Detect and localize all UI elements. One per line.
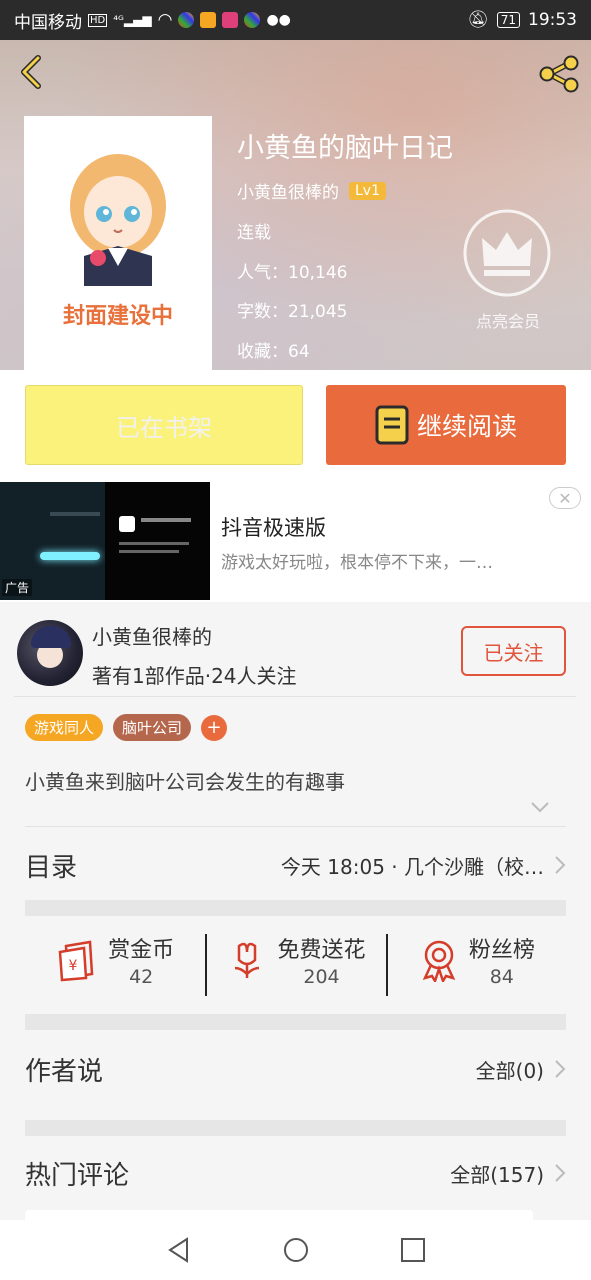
book-favorites: 收藏：64 (237, 342, 310, 362)
book-word-count: 字数：21,045 (237, 302, 348, 322)
wifi-icon: ◠ (157, 10, 173, 30)
mute-icon: 🔕︎ (467, 10, 489, 30)
author-meta: 著有1部作品·24人关注 (92, 664, 297, 688)
book-detail-body: 小黄鱼很棒的 著有1部作品·24人关注 已关注 游戏同人 脑叶公司 + 小黄鱼来… (0, 606, 591, 1222)
chevron-down-icon[interactable] (530, 800, 550, 814)
on-shelf-button[interactable]: 已在书架 (25, 385, 303, 465)
clock: 19:53 (528, 10, 577, 30)
recents-nav-icon[interactable] (399, 1236, 427, 1264)
book-popularity: 人气：10,146 (237, 263, 348, 283)
hot-comments-row[interactable]: 热门评论 全部(157) (25, 1150, 566, 1196)
ad-banner[interactable]: 广告 抖音极速版 游戏太好玩啦，根本停不下来，一… ✕ (0, 482, 591, 602)
app-icon-3 (222, 12, 239, 28)
battery-icon: 71 (496, 12, 520, 28)
vip-label[interactable]: 点亮会员 (462, 308, 554, 332)
ad-tag: 广告 (2, 579, 33, 596)
chevron-right-icon (555, 1060, 566, 1078)
ad-description: 游戏太好玩啦，根本停不下来，一… (221, 553, 493, 573)
app-icon-4 (244, 12, 261, 28)
system-nav-bar (0, 1220, 591, 1280)
book-cover[interactable]: 封面建设中 (24, 116, 212, 370)
status-bar: 中国移动 HD ⁴ᴳ▂▄▆ ◠ ●● 🔕︎ 71 19:53 (0, 0, 591, 40)
stats-row: ¥ 赏金币 42 免费送花 204 粉丝榜 84 (25, 922, 566, 998)
flower-icon (235, 942, 260, 978)
stat-value: 42 (129, 966, 154, 988)
book-intro: 小黄鱼来到脑叶公司会发生的有趣事 (25, 770, 345, 794)
chevron-right-icon (555, 856, 566, 874)
author-says-title: 作者说 (25, 1056, 104, 1087)
stat-label: 粉丝榜 (468, 938, 535, 963)
ad-title: 抖音极速版 (221, 516, 326, 540)
action-buttons: 已在书架 继续阅读 (0, 370, 591, 482)
stat-value: 204 (303, 966, 340, 988)
divider (14, 696, 576, 697)
home-nav-icon[interactable] (282, 1236, 310, 1264)
red-envelope-icon: ¥ (58, 940, 94, 982)
share-icon[interactable] (537, 54, 581, 94)
tag-game-fanfic[interactable]: 游戏同人 (25, 714, 104, 741)
follow-button[interactable]: 已关注 (461, 626, 566, 676)
book-status: 连载 (237, 223, 271, 243)
catalog-title: 目录 (25, 852, 78, 883)
app-icon-2 (200, 12, 217, 28)
catalog-row[interactable]: 目录 今天 18:05 · 几个沙雕（校… (25, 842, 566, 888)
stat-value: 84 (489, 966, 514, 988)
divider (25, 826, 566, 827)
section-separator (25, 900, 566, 916)
author-avatar[interactable] (17, 620, 83, 686)
ad-image: 广告 (0, 482, 210, 600)
book-author[interactable]: 小黄鱼很棒的 (237, 178, 339, 203)
signal-icon: ⁴ᴳ▂▄▆ (113, 13, 152, 27)
book-icon (375, 405, 409, 445)
medal-icon (422, 940, 456, 982)
chevron-right-icon (555, 1164, 566, 1182)
section-separator (25, 1120, 566, 1136)
author-says-row[interactable]: 作者说 全部(0) (25, 1046, 566, 1092)
hd-icon: HD (88, 13, 108, 27)
vip-crown-icon[interactable] (462, 208, 552, 298)
author-level-badge: Lv1 (349, 181, 386, 200)
hot-comments-all: 全部(157) (450, 1162, 544, 1187)
add-tag-button[interactable]: + (201, 714, 228, 741)
tag-lobotomy-corp[interactable]: 脑叶公司 (113, 714, 192, 741)
app-icon-1 (178, 12, 195, 28)
continue-reading-button[interactable]: 继续阅读 (326, 385, 566, 465)
stat-label: 赏金币 (108, 938, 175, 963)
carrier-label: 中国移动 (14, 12, 82, 33)
stat-reward-coins[interactable]: ¥ 赏金币 42 (25, 922, 205, 998)
author-line: 小黄鱼很棒的 Lv1 (237, 178, 386, 203)
stat-fan-ranking[interactable]: 粉丝榜 84 (385, 922, 566, 998)
back-arrow-icon[interactable] (14, 54, 50, 90)
section-separator (25, 1014, 566, 1030)
author-says-all: 全部(0) (475, 1058, 544, 1083)
continue-reading-label: 继续阅读 (416, 412, 517, 441)
cover-illustration (70, 154, 166, 286)
latest-chapter: 今天 18:05 · 几个沙雕（校… (280, 854, 544, 879)
author-name[interactable]: 小黄鱼很棒的 (92, 621, 212, 650)
book-header: 封面建设中 小黄鱼的脑叶日记 小黄鱼很棒的 Lv1 连载 人气：10,146 字… (0, 40, 591, 370)
stat-free-flowers[interactable]: 免费送花 204 (205, 922, 385, 998)
hot-comments-title: 热门评论 (25, 1160, 130, 1191)
book-title: 小黄鱼的脑叶日记 (237, 133, 453, 164)
ad-close-button[interactable]: ✕ (549, 487, 581, 509)
stat-label: 免费送花 (277, 938, 366, 963)
back-nav-icon[interactable] (165, 1236, 193, 1264)
svg-text:¥: ¥ (69, 958, 78, 974)
tag-list: 游戏同人 脑叶公司 + (25, 714, 228, 741)
wechat-icon: ●● (266, 12, 291, 28)
cover-placeholder-text: 封面建设中 (62, 304, 173, 329)
